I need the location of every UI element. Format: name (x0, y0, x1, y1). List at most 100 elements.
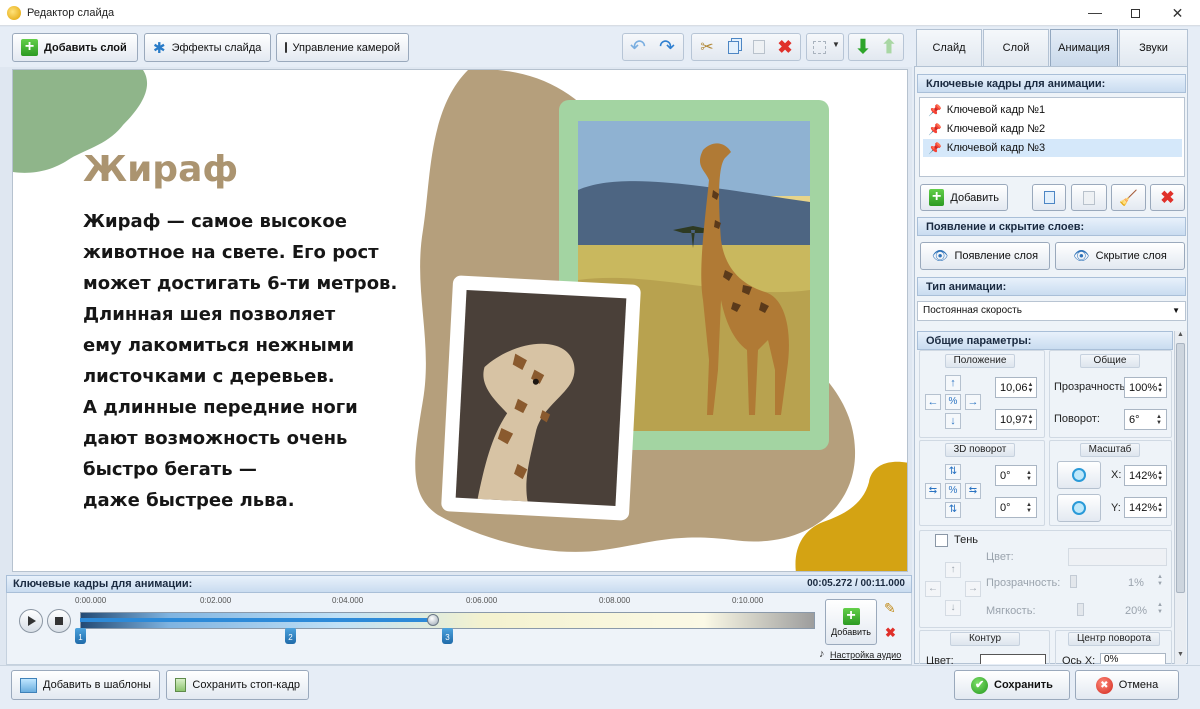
scale-y-value: 142% (1129, 501, 1158, 514)
tab-layer[interactable]: Слой (983, 29, 1049, 66)
slide-canvas[interactable]: Жираф Жираф — самое высокое животное на … (12, 69, 908, 572)
tab-sounds[interactable]: Звуки (1119, 29, 1188, 66)
scale-x-value: 142% (1129, 469, 1158, 482)
save-frame-button[interactable]: Сохранить стоп-кадр (166, 670, 309, 700)
list-item[interactable]: 📌 Ключевой кадр №2 (923, 120, 1182, 138)
add-to-templates-button[interactable]: Добавить в шаблоны (11, 670, 160, 700)
paste-icon[interactable] (746, 35, 772, 59)
sparkle-icon: ✱ (153, 39, 166, 57)
rotate-3d-up-icon[interactable]: ⇅ (945, 464, 961, 480)
scale-y-field[interactable]: 142% ▲ ▼ (1124, 497, 1167, 518)
percent-center-icon[interactable]: % (945, 394, 961, 410)
rot3d-a-field[interactable]: 0° ▲ ▼ (995, 465, 1037, 486)
shadow-up-icon[interactable]: ↑ (945, 562, 961, 578)
pos-y-field[interactable]: 10,97 ▲ ▼ (995, 409, 1037, 430)
rot3d-b-field[interactable]: 0° ▲ ▼ (995, 497, 1037, 518)
slide-line: листочками с деревьев. (83, 366, 335, 387)
list-item-selected[interactable]: 📌 Ключевой кадр №3 (923, 139, 1182, 157)
slide-line: животное на свете. Его рост (83, 242, 379, 263)
rotate-3d-right-icon[interactable]: ⇆ (965, 483, 981, 499)
copy-icon (1043, 191, 1055, 204)
shadow-opacity-slider[interactable] (1070, 575, 1077, 588)
tab-slide[interactable]: Слайд (916, 29, 982, 66)
redo-icon[interactable]: ↷ (654, 35, 680, 59)
camera-icon (285, 42, 287, 53)
play-button[interactable] (19, 609, 43, 633)
delete-icon[interactable]: ✖ (772, 35, 798, 59)
scroll-up-icon[interactable]: ▲ (1177, 331, 1184, 338)
arrow-down-icon[interactable]: ↓ (945, 413, 961, 429)
scroll-thumb[interactable] (1176, 343, 1185, 593)
close-icon[interactable]: ✕ (1155, 0, 1200, 26)
rotate-3d-down-icon[interactable]: ⇅ (945, 502, 961, 518)
anim-type-select[interactable]: Постоянная скорость ▼ (917, 301, 1186, 321)
keyframe-marker-3[interactable]: 3 (442, 628, 453, 644)
add-layer-button[interactable]: + Добавить слой (12, 33, 138, 62)
timeline-header: Ключевые кадры для анимации: 00:05.272 /… (6, 575, 912, 593)
move-up-icon[interactable]: ⬆ (876, 35, 902, 59)
minimize-icon[interactable]: — (1075, 0, 1115, 26)
layer-appear-button[interactable]: 👁 Появление слоя (920, 242, 1050, 270)
scale-x-field[interactable]: 142% ▲ ▼ (1124, 465, 1167, 486)
undo-icon[interactable]: ↶ (625, 35, 651, 59)
maximize-icon[interactable] (1115, 0, 1155, 26)
paste-keyframe-button[interactable] (1071, 184, 1107, 211)
opacity-field[interactable]: 100% ▲ ▼ (1124, 377, 1167, 398)
stop-button[interactable] (47, 609, 71, 633)
shadow-down-icon[interactable]: ↓ (945, 600, 961, 616)
params-header: Общие параметры: (917, 331, 1173, 350)
rotate-3d-left-icon[interactable]: ⇆ (925, 483, 941, 499)
fit-view-icon[interactable] (806, 35, 832, 59)
add-keyframe-label: Добавить (950, 191, 999, 204)
pencil-icon[interactable]: ✎ (884, 600, 896, 617)
arrow-left-icon[interactable]: ← (925, 394, 941, 410)
clear-keyframe-button[interactable]: 🧹 (1111, 184, 1146, 211)
center-group: Центр поворота Ось X: 0% (1055, 630, 1172, 664)
zoom-in-icon[interactable] (1057, 461, 1101, 489)
params-scrollbar[interactable]: ▲ ▼ (1174, 331, 1186, 664)
playhead[interactable] (427, 614, 439, 626)
layer-hide-button[interactable]: 👁 Скрытие слоя (1055, 242, 1185, 270)
shadow-color-swatch[interactable] (1068, 548, 1167, 566)
shadow-softness-slider[interactable] (1077, 603, 1084, 616)
audio-settings-link[interactable]: Настройка аудио (830, 650, 901, 660)
tab-animation[interactable]: Анимация (1050, 29, 1118, 67)
scroll-down-icon[interactable]: ▼ (1177, 651, 1184, 658)
rotate-3d-center-icon[interactable]: % (945, 483, 961, 499)
shadow-right-icon[interactable]: → (965, 581, 981, 597)
shadow-label: Тень (954, 534, 979, 546)
list-item[interactable]: 📌 Ключевой кадр №1 (923, 101, 1182, 119)
shadow-opacity-spin[interactable]: ▲ ▼ (1157, 574, 1163, 588)
cancel-button[interactable]: ✖ Отмена (1075, 670, 1179, 700)
rot3d-a-value: 0° (1000, 469, 1011, 482)
remove-keyframe-icon[interactable]: ✖ (885, 625, 896, 641)
camera-control-button[interactable]: Управление камерой (276, 33, 409, 62)
chevron-down-icon[interactable]: ▼ (832, 40, 840, 49)
shadow-checkbox[interactable] (935, 534, 948, 547)
keyframe-marker-1[interactable]: 1 (75, 628, 86, 644)
delete-keyframe-button[interactable]: ✖ (1150, 184, 1185, 211)
timeline-add-button[interactable]: + Добавить (825, 599, 877, 645)
contour-color-swatch[interactable] (980, 654, 1046, 664)
keyframe-marker-2[interactable]: 2 (285, 628, 296, 644)
keyframes-list[interactable]: 📌 Ключевой кадр №1 📌 Ключевой кадр №2 📌 … (919, 97, 1185, 177)
move-down-icon[interactable]: ⬇ (850, 35, 876, 59)
center-x-field[interactable]: 0% (1100, 653, 1166, 664)
slide-effects-button[interactable]: ✱ Эффекты слайда (144, 33, 271, 62)
zoom-out-icon[interactable] (1057, 494, 1101, 522)
arrow-up-icon[interactable]: ↑ (945, 375, 961, 391)
copy-keyframe-button[interactable] (1032, 184, 1066, 211)
save-button[interactable]: ✔ Сохранить (954, 670, 1070, 700)
shadow-softness-spin[interactable]: ▲ ▼ (1157, 602, 1163, 616)
arrow-right-icon[interactable]: → (965, 394, 981, 410)
paste-icon (1083, 190, 1095, 205)
cut-icon[interactable]: ✂ (694, 35, 720, 59)
play-icon (28, 616, 36, 626)
shadow-left-icon[interactable]: ← (925, 581, 941, 597)
pos-x-field[interactable]: 10,06 ▲ ▼ (995, 377, 1037, 398)
shadow-softness-value: 20% (1125, 605, 1148, 617)
copy-icon[interactable] (720, 35, 746, 59)
add-keyframe-button[interactable]: + Добавить (920, 184, 1008, 211)
pin-icon: 📌 (928, 123, 942, 136)
rotate-field[interactable]: 6° ▲ ▼ (1124, 409, 1167, 430)
